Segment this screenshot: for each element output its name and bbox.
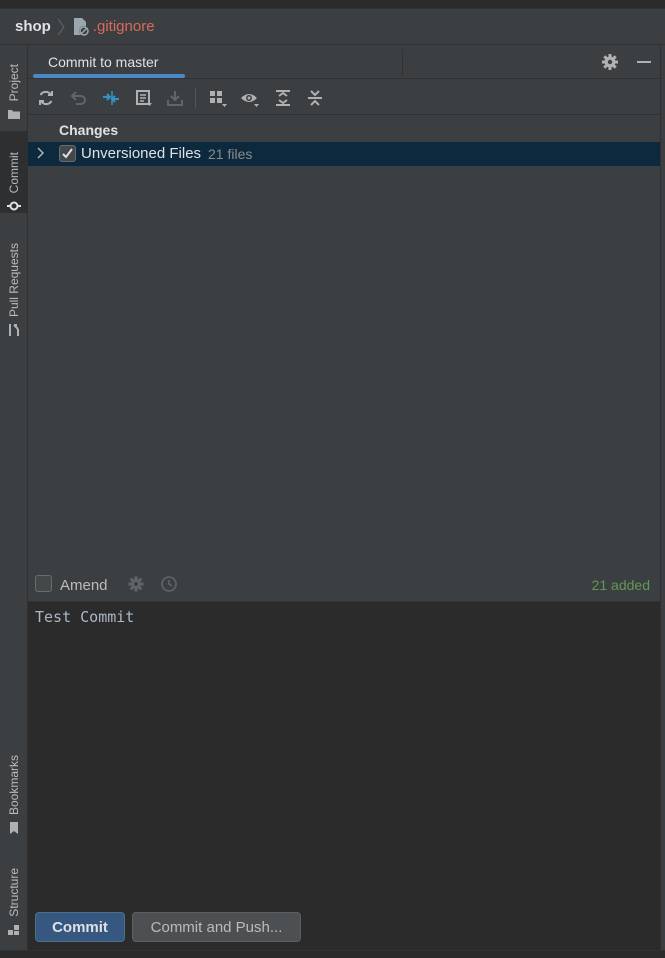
ignore-file-icon bbox=[73, 17, 89, 36]
right-edge bbox=[660, 45, 665, 950]
tool-tab-label: Structure bbox=[7, 868, 21, 917]
tab-underline bbox=[33, 74, 185, 78]
left-tool-strip: Project Commit Pull Requests Bookmarks S… bbox=[0, 45, 28, 950]
folder-icon bbox=[8, 110, 20, 119]
tool-tab-label: Bookmarks bbox=[7, 754, 21, 815]
show-diff-icon[interactable] bbox=[101, 88, 121, 108]
added-count: 21 added bbox=[591, 577, 650, 593]
unversioned-files-checkbox[interactable] bbox=[59, 145, 76, 162]
chevron-right-icon[interactable] bbox=[36, 146, 46, 160]
tree-row-unversioned-files[interactable]: Unversioned Files 21 files bbox=[28, 142, 660, 166]
tab-label: Commit to master bbox=[48, 54, 159, 70]
breadcrumb: shop .gitignore bbox=[0, 9, 665, 45]
expand-all-icon[interactable] bbox=[273, 88, 293, 108]
refresh-icon[interactable] bbox=[36, 88, 56, 108]
view-options-icon[interactable] bbox=[240, 88, 260, 108]
changes-heading: Changes bbox=[59, 122, 119, 138]
toolbar-separator bbox=[195, 88, 196, 108]
tool-tab-bookmarks[interactable]: Bookmarks bbox=[0, 741, 28, 835]
tool-tab-label: Pull Requests bbox=[7, 242, 21, 317]
group-by-icon[interactable] bbox=[208, 88, 228, 108]
bottom-strip bbox=[0, 950, 665, 958]
shelve-icon[interactable] bbox=[165, 88, 185, 108]
checkmark-icon bbox=[62, 148, 73, 159]
commit-icon bbox=[7, 201, 21, 211]
top-strip bbox=[0, 0, 665, 9]
pull-request-icon bbox=[9, 324, 19, 336]
amend-label[interactable]: Amend bbox=[60, 577, 108, 594]
structure-icon bbox=[8, 925, 19, 935]
collapse-all-icon[interactable] bbox=[305, 88, 325, 108]
commit-panel: Commit to master Changes Unversioned Fil… bbox=[28, 45, 665, 950]
rollback-icon[interactable] bbox=[68, 88, 88, 108]
tool-tab-label: Commit bbox=[7, 151, 21, 193]
panel-header: Commit to master bbox=[28, 45, 660, 79]
tool-tab-label: Project bbox=[7, 63, 21, 101]
amend-checkbox[interactable] bbox=[35, 575, 52, 592]
tool-tab-commit[interactable]: Commit bbox=[0, 131, 28, 213]
commit-history-clock-icon[interactable] bbox=[160, 575, 178, 593]
breadcrumb-file[interactable]: .gitignore bbox=[93, 18, 155, 35]
changelist-icon[interactable] bbox=[134, 88, 154, 108]
changes-tree: Changes Unversioned Files 21 files bbox=[28, 116, 660, 573]
tool-tab-project[interactable]: Project bbox=[0, 51, 28, 121]
row-count: 21 files bbox=[208, 146, 253, 162]
minimize-icon[interactable] bbox=[635, 53, 653, 71]
changes-toolbar bbox=[28, 80, 660, 115]
commit-and-push-button[interactable]: Commit and Push... bbox=[132, 912, 301, 942]
header-divider bbox=[402, 49, 403, 75]
commit-message-editor[interactable]: Test Commit bbox=[28, 601, 660, 950]
breadcrumb-project[interactable]: shop bbox=[15, 18, 51, 35]
row-label: Unversioned Files bbox=[81, 145, 202, 162]
commit-button[interactable]: Commit bbox=[35, 912, 125, 942]
amend-bar: Amend 21 added bbox=[28, 573, 660, 601]
commit-options-gear-icon[interactable] bbox=[127, 575, 145, 593]
gear-icon[interactable] bbox=[601, 53, 619, 71]
chevron-right-icon bbox=[57, 18, 65, 35]
commit-message-text[interactable]: Test Commit bbox=[35, 608, 134, 626]
tool-tab-pull-requests[interactable]: Pull Requests bbox=[0, 227, 28, 337]
bookmark-icon bbox=[10, 822, 18, 834]
tool-tab-structure[interactable]: Structure bbox=[0, 851, 28, 937]
